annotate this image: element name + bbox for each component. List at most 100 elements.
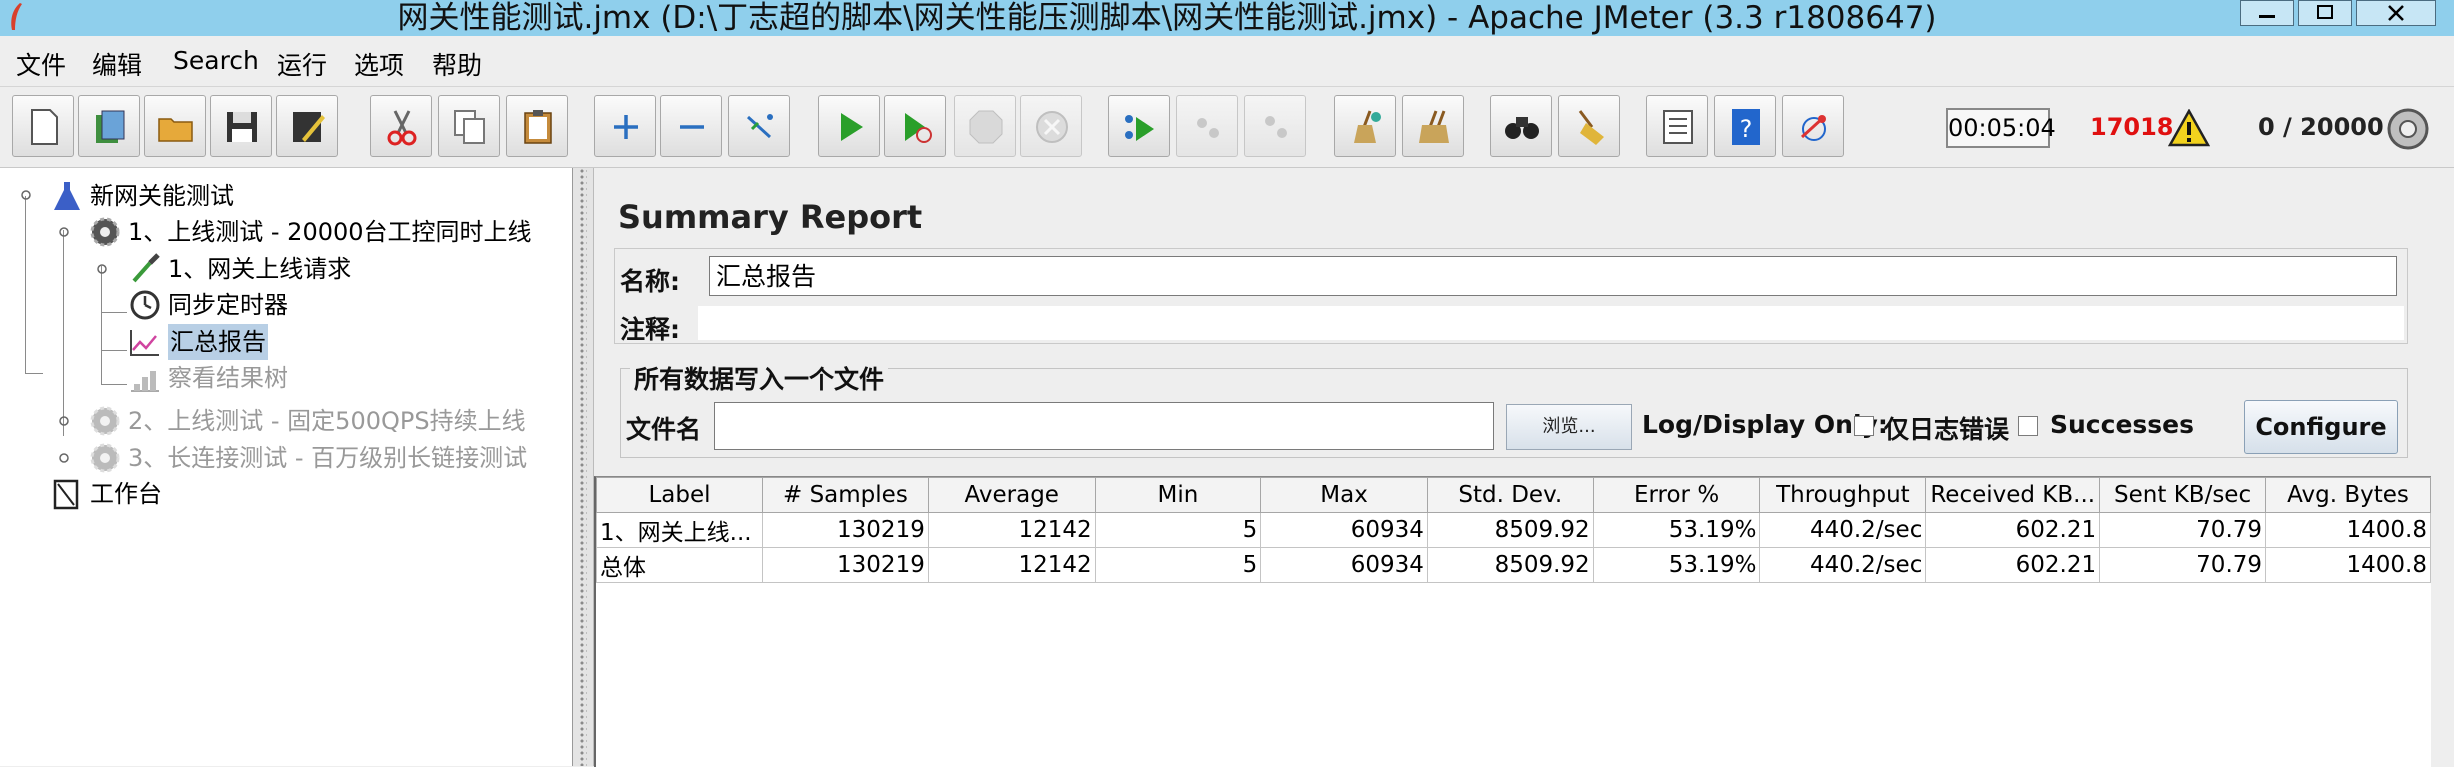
flask-icon xyxy=(54,182,80,210)
active-threads: 0 / 20000 xyxy=(2258,113,2384,141)
menu-options[interactable]: 选项 xyxy=(354,46,404,82)
collapse-toggle-icon[interactable] xyxy=(20,189,32,201)
errors-only-label: 仅日志错误 xyxy=(1884,415,2010,444)
help-button[interactable]: ? xyxy=(1714,95,1776,157)
broom-all-icon xyxy=(1419,110,1449,143)
column-header[interactable]: # Samples xyxy=(761,477,929,513)
error-count: 17018 xyxy=(2090,113,2174,141)
name-label: 名称: xyxy=(620,267,680,296)
configure-button[interactable]: Configure xyxy=(2244,400,2398,454)
remote-start-icon xyxy=(1125,115,1154,141)
collapse-toggle-icon[interactable] xyxy=(96,263,108,275)
errors-only-checkbox[interactable] xyxy=(1854,416,1874,436)
menu-help[interactable]: 帮助 xyxy=(432,46,482,82)
templates-button[interactable] xyxy=(78,95,140,157)
column-header[interactable]: Error % xyxy=(1592,477,1761,513)
menu-edit[interactable]: 编辑 xyxy=(92,46,142,82)
column-header[interactable]: Throughput xyxy=(1759,477,1927,513)
elapsed-time: 00:05:04 xyxy=(1946,108,2056,148)
column-header[interactable]: Min xyxy=(1094,477,1262,513)
table-row[interactable]: 总体 130219 12142 5 60934 8509.92 53.19% 4… xyxy=(596,547,2431,583)
expand-toggle-icon[interactable] xyxy=(58,415,70,427)
filename-field[interactable] xyxy=(714,402,1494,450)
timer-icon xyxy=(130,290,160,320)
clear-button[interactable] xyxy=(1334,95,1396,157)
save-button[interactable] xyxy=(210,95,272,157)
graph-icon xyxy=(130,330,159,356)
open-button[interactable] xyxy=(144,95,206,157)
warning-icon[interactable] xyxy=(2168,109,2210,147)
copy-icon xyxy=(454,110,485,144)
save-as-button[interactable] xyxy=(276,95,338,157)
file-group-title: 所有数据写入一个文件 xyxy=(630,360,889,396)
reset-search-button[interactable] xyxy=(1558,95,1620,157)
stop-button[interactable] xyxy=(954,95,1016,157)
column-header[interactable]: Average xyxy=(927,477,1096,513)
minimize-button[interactable] xyxy=(2240,0,2294,26)
clear-all-button[interactable] xyxy=(1402,95,1464,157)
table-cell: 1400.8 xyxy=(2265,512,2431,548)
log-viewer-icon xyxy=(1800,115,1826,141)
log-display-label: Log/Display Only: xyxy=(1642,410,1888,439)
table-row[interactable]: 1、网关上线... 130219 12142 5 60934 8509.92 5… xyxy=(596,512,2431,548)
expand-all-button[interactable] xyxy=(594,95,656,157)
table-cell: 440.2/sec xyxy=(1759,512,1927,548)
browse-button[interactable]: 浏览... xyxy=(1506,404,1632,450)
collapse-all-button[interactable] xyxy=(660,95,722,157)
cut-button[interactable] xyxy=(370,95,432,157)
remote-shutdown-all-button[interactable] xyxy=(1244,95,1306,157)
table-cell: 130219 xyxy=(761,547,929,583)
menu-run[interactable]: 运行 xyxy=(277,46,327,82)
expand-toggle-icon[interactable] xyxy=(58,452,70,464)
successes-label: Successes xyxy=(2050,410,2194,439)
stop-sign-icon xyxy=(969,110,1003,144)
start-no-pauses-button[interactable] xyxy=(884,95,946,157)
collapse-toggle-icon[interactable] xyxy=(58,226,70,238)
notebook-icon xyxy=(53,479,79,510)
table-cell: 8509.92 xyxy=(1426,547,1594,583)
table-cell: 602.21 xyxy=(1925,547,2101,583)
paste-button[interactable] xyxy=(506,95,568,157)
column-header[interactable]: Received KB... xyxy=(1925,477,2101,513)
minus-icon xyxy=(680,125,704,129)
remote-stop-all-button[interactable] xyxy=(1176,95,1238,157)
remote-shutdown-icon xyxy=(1265,116,1287,138)
shutdown-icon xyxy=(1036,111,1068,143)
menu-search[interactable]: Search xyxy=(173,46,259,75)
remote-engines-icon[interactable] xyxy=(2386,107,2430,151)
successes-checkbox[interactable] xyxy=(2018,416,2038,436)
column-header[interactable]: Std. Dev. xyxy=(1426,477,1594,513)
search-button[interactable] xyxy=(1490,95,1552,157)
new-button[interactable] xyxy=(12,95,74,157)
column-header[interactable]: Max xyxy=(1260,477,1428,513)
function-helper-button[interactable] xyxy=(1646,95,1708,157)
title-bar: 网关性能测试.jmx (D:\丁志超的脚本\网关性能压测脚本\网关性能测试.jm… xyxy=(0,0,2454,36)
table-cell: 60934 xyxy=(1260,547,1428,583)
comment-field[interactable] xyxy=(698,306,2404,340)
toggle-icon xyxy=(746,114,773,139)
gear-icon xyxy=(90,443,120,473)
table-cell: 53.19% xyxy=(1592,512,1761,548)
minimize-icon xyxy=(2259,15,2275,18)
menu-file[interactable]: 文件 xyxy=(16,46,66,82)
log-viewer-button[interactable] xyxy=(1782,95,1844,157)
menu-bar: 文件 编辑 Search 运行 选项 帮助 xyxy=(0,36,2454,87)
toggle-button[interactable] xyxy=(728,95,790,157)
column-header[interactable]: Label xyxy=(596,477,763,513)
split-pane-divider[interactable] xyxy=(573,168,594,766)
folder-open-icon xyxy=(158,118,193,142)
copy-button[interactable] xyxy=(438,95,500,157)
column-header[interactable]: Avg. Bytes xyxy=(2265,477,2431,513)
column-header[interactable]: Sent KB/sec xyxy=(2099,477,2267,513)
table-cell: 12142 xyxy=(927,547,1096,583)
close-icon xyxy=(2388,5,2404,21)
close-button[interactable] xyxy=(2356,0,2436,26)
maximize-button[interactable] xyxy=(2298,0,2352,26)
remote-start-all-button[interactable] xyxy=(1108,95,1170,157)
start-button[interactable] xyxy=(818,95,880,157)
shutdown-button[interactable] xyxy=(1020,95,1082,157)
name-field[interactable]: 汇总报告 xyxy=(709,256,2397,296)
binoculars-icon xyxy=(1505,117,1539,139)
save-edit-icon xyxy=(293,112,325,142)
floppy-disk-icon xyxy=(227,112,257,142)
